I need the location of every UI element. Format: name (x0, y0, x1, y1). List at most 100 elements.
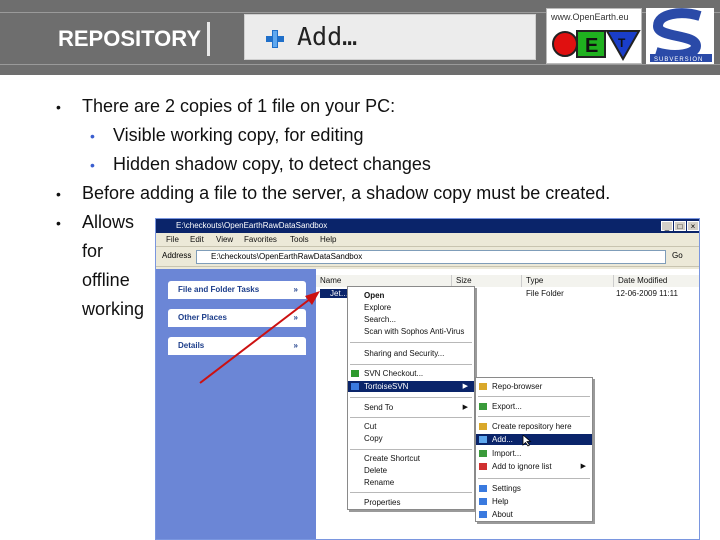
menu-separator (350, 449, 472, 450)
bullet-visible-copy: Visible working copy, for editing (113, 125, 364, 145)
menu-favorites[interactable]: Favorites (244, 233, 277, 247)
about-label: About (492, 510, 513, 519)
add-action-banner: Add… (244, 14, 536, 60)
address-bar: Address E:\checkouts\OpenEarthRawDataSan… (156, 247, 699, 267)
export-icon (479, 403, 487, 410)
menu-separator (350, 342, 472, 343)
menu-item-export[interactable]: Export... (476, 401, 592, 412)
menu-item-cut[interactable]: Cut (348, 421, 474, 432)
menu-separator (350, 397, 472, 398)
subversion-label: SUBVERSION (654, 57, 703, 63)
column-date[interactable]: Date Modified (614, 275, 699, 287)
task-other-places-label: Other Places (178, 313, 227, 322)
submenu-arrow-icon: ▶ (580, 463, 586, 470)
about-icon (479, 511, 487, 518)
menu-item-open[interactable]: Open (348, 290, 474, 301)
menu-item-delete[interactable]: Delete (348, 465, 474, 476)
context-menu: Open Explore Search... Scan with Sophos … (347, 286, 475, 510)
menu-separator (350, 492, 472, 493)
menu-item-tortoisesvn[interactable]: TortoiseSVN ▶ (348, 381, 474, 392)
menu-separator (478, 396, 590, 397)
go-button[interactable]: Go (672, 251, 683, 260)
bullet-working: working (82, 299, 145, 319)
menu-item-search[interactable]: Search... (348, 314, 474, 325)
menu-item-copy[interactable]: Copy (348, 433, 474, 444)
menu-item-sophos[interactable]: Scan with Sophos Anti-Virus (348, 326, 474, 337)
bullet-before-adding: Before adding a file to the server, a sh… (82, 183, 611, 203)
menu-item-send-to[interactable]: Send To ▶ (348, 402, 474, 413)
bullet-dot: • (90, 128, 95, 144)
menu-item-sharing[interactable]: Sharing and Security... (348, 348, 474, 359)
menu-item-add-to-ignore[interactable]: Add to ignore list ▶ (476, 461, 592, 472)
menu-item-import[interactable]: Import... (476, 448, 592, 459)
bullet-for: for (82, 241, 104, 261)
tortoisesvn-label: TortoiseSVN (364, 382, 409, 391)
bullet-dot: • (90, 157, 95, 173)
bullet-allows: Allows (82, 212, 135, 232)
minimize-button[interactable]: _ (661, 221, 673, 231)
menu-tools[interactable]: Tools (290, 233, 309, 247)
menu-item-help[interactable]: Help (476, 496, 592, 507)
task-file-folder-label: File and Folder Tasks (178, 285, 260, 294)
menu-item-add[interactable]: Add... (476, 434, 592, 447)
menu-item-settings[interactable]: Settings (476, 483, 592, 494)
settings-label: Settings (492, 484, 521, 493)
slide-title: REPOSITORY (52, 22, 211, 56)
menu-separator (350, 364, 472, 365)
svg-text:T: T (618, 36, 626, 50)
task-file-folder[interactable]: File and Folder Tasks » (168, 281, 306, 299)
window-titlebar[interactable]: E:\checkouts\OpenEarthRawDataSandbox _ □… (156, 219, 699, 233)
add-plus-icon (266, 30, 284, 48)
chevron-down-icon[interactable]: » (294, 337, 298, 355)
subversion-s-icon: SUBVERSION (650, 8, 712, 63)
submenu-arrow-icon: ▶ (462, 404, 468, 411)
menu-separator (350, 417, 472, 418)
menu-separator (478, 416, 590, 417)
submenu-arrow-icon: ▶ (462, 383, 468, 390)
openearth-emblem-icon: E T (552, 30, 641, 62)
menu-file[interactable]: File (166, 233, 179, 247)
add-to-ignore-label: Add to ignore list (492, 462, 552, 471)
import-label: Import... (492, 449, 522, 458)
tortoisesvn-icon (351, 383, 359, 390)
address-label: Address (162, 251, 192, 260)
window-title: E:\checkouts\OpenEarthRawDataSandbox (176, 221, 328, 230)
task-other-places[interactable]: Other Places » (168, 309, 306, 327)
menu-item-about[interactable]: About (476, 509, 592, 520)
menu-edit[interactable]: Edit (190, 233, 204, 247)
menu-item-create-repository[interactable]: Create repository here (476, 421, 592, 432)
row-date: 12-06-2009 11:11 (616, 289, 678, 298)
openearth-url: www.OpenEarth.eu (551, 12, 629, 22)
openearth-logo: www.OpenEarth.eu E T (546, 8, 642, 64)
settings-icon (479, 485, 487, 492)
menu-separator (478, 478, 590, 479)
help-icon (479, 498, 487, 505)
mouse-cursor-icon (522, 435, 532, 447)
menu-item-repo-browser[interactable]: Repo-browser (476, 381, 592, 392)
menu-item-svn-checkout[interactable]: SVN Checkout... (348, 368, 474, 379)
close-button[interactable]: × (687, 221, 699, 231)
task-pane: File and Folder Tasks » Other Places » D… (156, 269, 316, 539)
menu-view[interactable]: View (216, 233, 233, 247)
menu-help[interactable]: Help (320, 233, 336, 247)
add-action-label: Add… (297, 22, 358, 51)
create-repository-label: Create repository here (492, 422, 572, 431)
bullet-dot: • (56, 99, 61, 115)
menu-item-create-shortcut[interactable]: Create Shortcut (348, 453, 474, 464)
menu-item-explore[interactable]: Explore (348, 302, 474, 313)
bullet-offline: offline (82, 270, 130, 290)
address-input[interactable]: E:\checkouts\OpenEarthRawDataSandbox (196, 250, 666, 264)
menu-bar: File Edit View Favorites Tools Help (156, 233, 699, 247)
task-details[interactable]: Details » (168, 337, 306, 355)
menu-item-properties[interactable]: Properties (348, 497, 474, 508)
create-repository-icon (479, 423, 487, 430)
repo-browser-label: Repo-browser (492, 382, 543, 391)
chevron-down-icon[interactable]: » (294, 281, 298, 299)
chevron-down-icon[interactable]: » (294, 309, 298, 327)
add-plus-icon (479, 436, 487, 443)
task-details-label: Details (178, 341, 205, 350)
column-type[interactable]: Type (522, 275, 614, 287)
maximize-button[interactable]: □ (674, 221, 686, 231)
menu-item-rename[interactable]: Rename (348, 477, 474, 488)
add-label: Add... (492, 435, 513, 444)
